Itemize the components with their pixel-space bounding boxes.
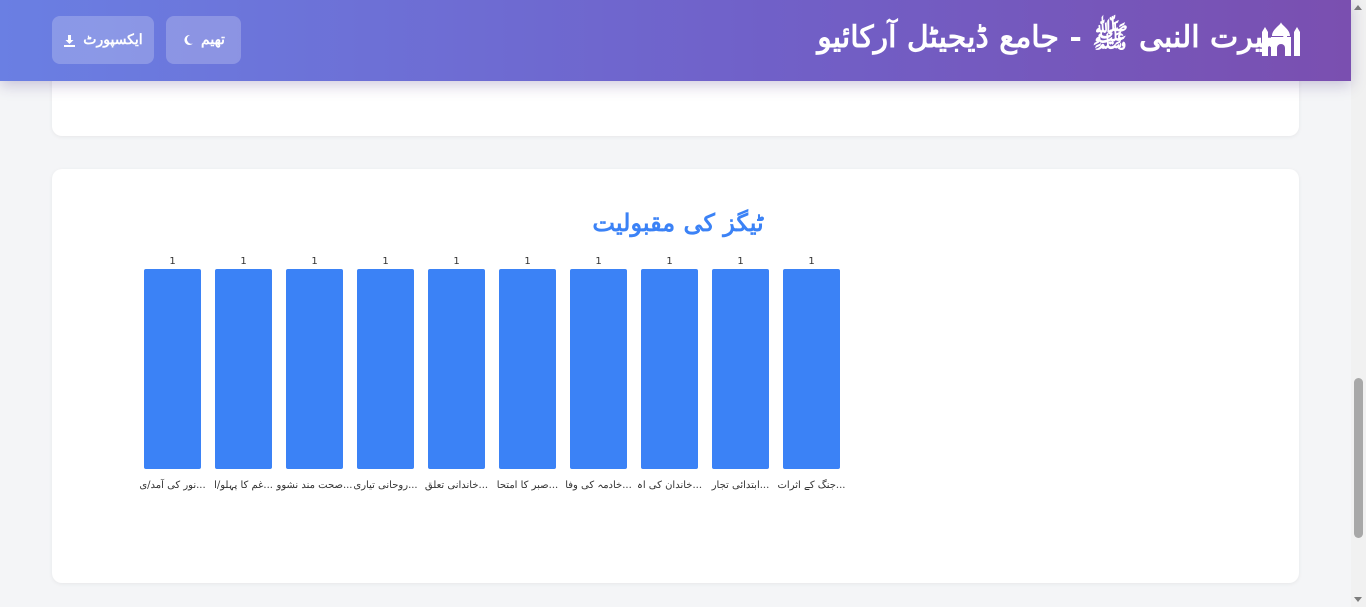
- download-icon: [64, 34, 76, 47]
- category-tick-label: غم کا پہلو/ا...: [214, 480, 273, 491]
- bar[interactable]: [144, 269, 201, 469]
- bar[interactable]: [641, 269, 698, 469]
- bar[interactable]: [570, 269, 627, 469]
- bar-value-label: 1: [524, 256, 530, 267]
- bar-value-label: 1: [311, 256, 317, 267]
- theme-toggle-button[interactable]: تھیم: [166, 16, 241, 64]
- chart-title: ٹیگز کی مقبولیت: [592, 208, 764, 238]
- bar-value-label: 1: [737, 256, 743, 267]
- category-tick-label: صبر کا امتحا...: [497, 480, 558, 491]
- bar[interactable]: [286, 269, 343, 469]
- bar[interactable]: [499, 269, 556, 469]
- bar-value-label: 1: [169, 256, 175, 267]
- bar-value-label: 1: [453, 256, 459, 267]
- site-title: سیرت النبی ﷺ - جامع ڈیجیٹل آرکائیو: [817, 19, 1289, 55]
- scroll-down-arrow-icon[interactable]: [1354, 597, 1362, 602]
- bar[interactable]: [783, 269, 840, 469]
- bar-value-label: 1: [595, 256, 601, 267]
- tags-popularity-chart: ٹیگز کی مقبولیت 1 جنگ کے اثرات... 1 ابتدائی …: [139, 208, 846, 491]
- tags-chart-card: ٹیگز کی مقبولیت 1 جنگ کے اثرات... 1 ابتدائی …: [52, 169, 1299, 583]
- theme-button-label: تھیم: [201, 32, 225, 48]
- export-button[interactable]: ایکسپورٹ: [52, 16, 154, 64]
- moon-icon: [184, 34, 194, 45]
- mosque-icon: [1262, 22, 1300, 56]
- category-tick-label: نور کی آمد/ی...: [139, 478, 205, 491]
- category-tick-label: ابتدائی تجار...: [711, 480, 770, 491]
- bar[interactable]: [712, 269, 769, 469]
- bar[interactable]: [428, 269, 485, 469]
- bar-value-label: 1: [240, 256, 246, 267]
- category-tick-label: روحانی تیاری...: [353, 480, 417, 491]
- page-scrollbar[interactable]: [1351, 0, 1366, 607]
- category-tick-label: جنگ کے اثرات...: [778, 479, 846, 491]
- bar-value-label: 1: [382, 256, 388, 267]
- scroll-up-arrow-icon[interactable]: [1354, 5, 1362, 10]
- category-tick-label: خادمہ کی وفا...: [565, 480, 632, 491]
- app-header: ایکسپورٹ تھیم سیرت النبی ﷺ - جامع ڈیجیٹل…: [0, 0, 1351, 81]
- category-tick-label: خاندان کی اہ...: [637, 480, 702, 491]
- bar[interactable]: [357, 269, 414, 469]
- scrollbar-thumb[interactable]: [1354, 378, 1363, 538]
- category-tick-label: صحت مند نشوو...: [276, 480, 353, 491]
- bar-value-label: 1: [808, 256, 814, 267]
- category-tick-label: خاندانی تعلق...: [425, 480, 488, 491]
- export-button-label: ایکسپورٹ: [83, 32, 143, 48]
- bar[interactable]: [215, 269, 272, 469]
- bar-value-label: 1: [666, 256, 672, 267]
